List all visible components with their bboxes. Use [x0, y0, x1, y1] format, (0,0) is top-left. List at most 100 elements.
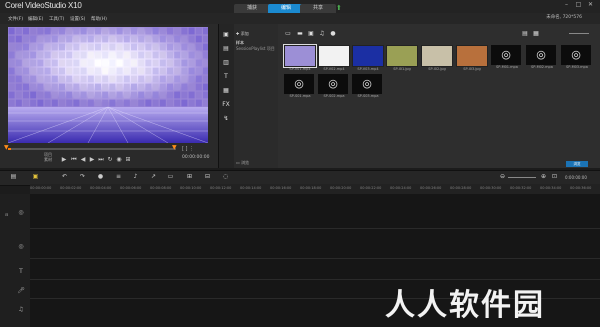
redo-icon[interactable]: ↷ — [78, 173, 87, 181]
thumb-size-slider[interactable] — [569, 33, 589, 34]
trim-end-icon[interactable]: ▼ — [172, 145, 178, 151]
audio-disc-icon: ◎ — [491, 45, 521, 65]
sort-icon[interactable]: ● — [329, 30, 337, 37]
volume-icon[interactable]: ◉ — [115, 156, 123, 164]
end-icon[interactable]: ⏭ — [97, 156, 105, 164]
folder-session[interactable]: SessionPlaylist 项目 — [236, 46, 275, 52]
add-folder-button[interactable]: ✚ 添加 — [236, 31, 249, 37]
tab-capture[interactable]: 捕获 — [234, 4, 270, 13]
ruler-tick-label: 00:00:08:00 — [150, 186, 172, 190]
thumb-label: SP-V03.mp4 — [357, 67, 379, 71]
menu-edit[interactable]: 编辑(E) — [28, 16, 43, 22]
path-icon[interactable]: ↯ — [221, 114, 231, 124]
repeat-icon[interactable]: ↻ — [106, 156, 114, 164]
video-track-icon[interactable]: ◎ — [17, 209, 25, 217]
mode-clip-label[interactable]: 素材 — [44, 157, 52, 162]
graphics-icon[interactable]: ▦ — [221, 86, 231, 96]
library-thumb[interactable]: ◎ SP-M02.mpa — [526, 45, 558, 69]
preview-screen[interactable] — [8, 27, 208, 143]
video-filter-icon[interactable]: ▬ — [296, 30, 304, 37]
menu-file[interactable]: 文件(F) — [8, 16, 23, 22]
thumb-label: SP-S03.mpa — [357, 94, 379, 98]
tab-share[interactable]: 共享 — [300, 4, 336, 13]
title-track-icon[interactable]: T — [17, 268, 25, 276]
maximize-icon[interactable]: □ — [575, 2, 582, 8]
next-frame-icon[interactable]: ▶ — [88, 156, 96, 164]
menu-tools[interactable]: 工具(T) — [49, 16, 64, 22]
trim-start-icon[interactable]: ▼ — [4, 145, 10, 151]
zoom-in-icon[interactable]: ⊕ — [539, 173, 548, 181]
split-screen-icon[interactable]: ⊟ — [203, 173, 212, 181]
ruler-tick-label: 00:00:10:00 — [180, 186, 202, 190]
zoom-out-icon[interactable]: ⊖ — [498, 173, 507, 181]
home-icon[interactable]: ⏮ — [70, 156, 78, 164]
media-icon[interactable]: ▣ — [221, 30, 231, 40]
title-icon[interactable]: T — [221, 72, 231, 82]
audio-disc-icon: ◎ — [284, 74, 314, 94]
menu-settings[interactable]: 设置(S) — [70, 16, 85, 22]
split-icon[interactable]: ⊞ — [124, 156, 132, 164]
audio-disc-icon: ◎ — [352, 74, 382, 94]
browse-button[interactable]: 浏览 — [566, 161, 588, 167]
library-thumb[interactable]: ◎ SP-M01.mpa — [491, 45, 523, 69]
library-thumb[interactable]: ◎ SP-M03.mpa — [561, 45, 593, 69]
library-browse-status[interactable]: ▭ 浏览 — [236, 160, 249, 166]
storyboard-view-icon[interactable]: ▤ — [9, 173, 18, 181]
library-thumb[interactable]: SP-V02.mp4 — [318, 45, 350, 71]
thumb-label: SP-M03.mpa — [566, 65, 588, 69]
zoom-slider[interactable] — [508, 177, 536, 178]
ruler-tick-label: 00:00:16:00 — [270, 186, 292, 190]
preview-timecode[interactable]: 00:00:00:00 — [182, 155, 209, 160]
scrubber-track[interactable] — [8, 148, 176, 150]
photo-filter-icon[interactable]: ▣ — [307, 30, 315, 37]
record-icon[interactable]: ● — [96, 173, 105, 181]
mixer-icon[interactable]: ≡ — [114, 173, 123, 181]
thumb-label: SP-I02.jpg — [428, 67, 446, 71]
subtitle-icon[interactable]: ▭ — [166, 173, 175, 181]
thumb-view-icon[interactable]: ▦ — [532, 30, 540, 37]
ruler-tick-label: 00:00:00:00 — [30, 186, 52, 190]
thumb-label: SP-I01.jpg — [393, 67, 411, 71]
preview-mode-labels[interactable]: 项目 素材 — [44, 152, 52, 162]
undo-icon[interactable]: ↶ — [60, 173, 69, 181]
upload-icon[interactable]: ⬆ — [336, 5, 343, 12]
audio-disc-icon: ◎ — [526, 45, 556, 65]
audio-filter-icon[interactable]: ♫ — [318, 30, 326, 37]
play-icon[interactable]: ▶ — [60, 156, 68, 164]
music-track-icon[interactable]: ♫ — [17, 306, 25, 314]
ruler-tick-label: 00:00:34:00 — [540, 186, 562, 190]
thumb-image — [421, 45, 453, 67]
voice-track-icon[interactable]: 🎤︎ — [17, 287, 25, 295]
timeline-view-icon[interactable]: ▣ — [31, 173, 40, 181]
library-thumb[interactable]: SP-V01.mp4 — [283, 44, 317, 71]
overlay-track-icon[interactable]: ◎ — [17, 243, 25, 251]
tab-edit[interactable]: 编辑 — [268, 4, 304, 13]
library-thumb[interactable]: ◎ SP-S01.mpa — [284, 74, 316, 98]
fit-icon[interactable]: ⊡ — [550, 173, 559, 181]
mark-in-out[interactable]: [ ] ⋮ — [182, 146, 194, 152]
ruler-tick-label: 00:00:06:00 — [120, 186, 142, 190]
thumb-label: SP-S02.mpa — [323, 94, 345, 98]
list-view-icon[interactable]: ▤ — [521, 30, 529, 37]
ruler-tick-label: 00:00:20:00 — [330, 186, 352, 190]
library-thumb[interactable]: SP-I03.jpg — [456, 45, 488, 71]
library-thumb[interactable]: SP-V03.mp4 — [352, 45, 384, 71]
instant-project-icon[interactable]: ▤ — [221, 44, 231, 54]
comment-icon[interactable]: ◌ — [221, 173, 230, 181]
library-thumb[interactable]: SP-I01.jpg — [386, 45, 418, 71]
library-thumb[interactable]: SP-I02.jpg — [421, 45, 453, 71]
thumb-label: SP-M01.mpa — [496, 65, 518, 69]
motion-icon[interactable]: ↗ — [149, 173, 158, 181]
menu-help[interactable]: 帮助(H) — [91, 16, 107, 22]
transition-icon[interactable]: ▥ — [221, 58, 231, 68]
multicam-icon[interactable]: ⊞ — [185, 173, 194, 181]
library-thumb[interactable]: ◎ SP-S02.mpa — [318, 74, 350, 98]
fx-icon[interactable]: FX — [221, 100, 231, 110]
library-thumb[interactable]: ◎ SP-S03.mpa — [352, 74, 384, 98]
auto-music-icon[interactable]: ♪ — [131, 173, 140, 181]
prev-frame-icon[interactable]: ◀ — [79, 156, 87, 164]
track-visibility-toggle[interactable]: ⊟ — [5, 212, 8, 217]
close-icon[interactable]: ✕ — [587, 2, 594, 8]
minimize-icon[interactable]: – — [563, 2, 570, 8]
folder-open-icon[interactable]: ▭ — [284, 30, 292, 37]
